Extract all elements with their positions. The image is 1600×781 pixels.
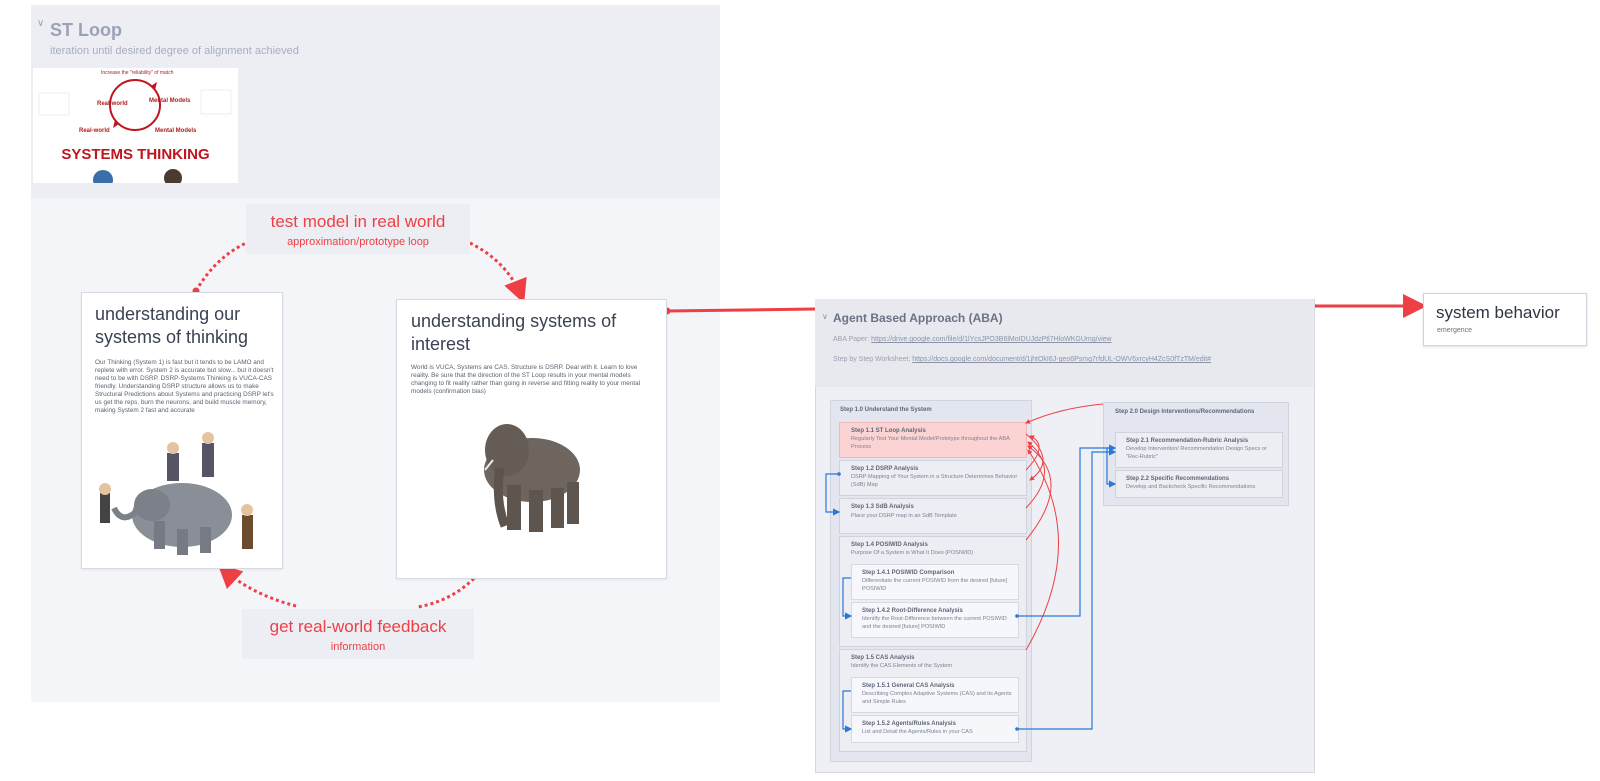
aba-blue-links: [825, 444, 1117, 733]
aba-connectors-layer: [825, 403, 1117, 733]
system-behavior-node[interactable]: system behavior emergence: [1423, 293, 1587, 346]
system-behavior-sub: emergence: [1437, 327, 1473, 334]
system-behavior-title: system behavior: [1436, 303, 1560, 322]
